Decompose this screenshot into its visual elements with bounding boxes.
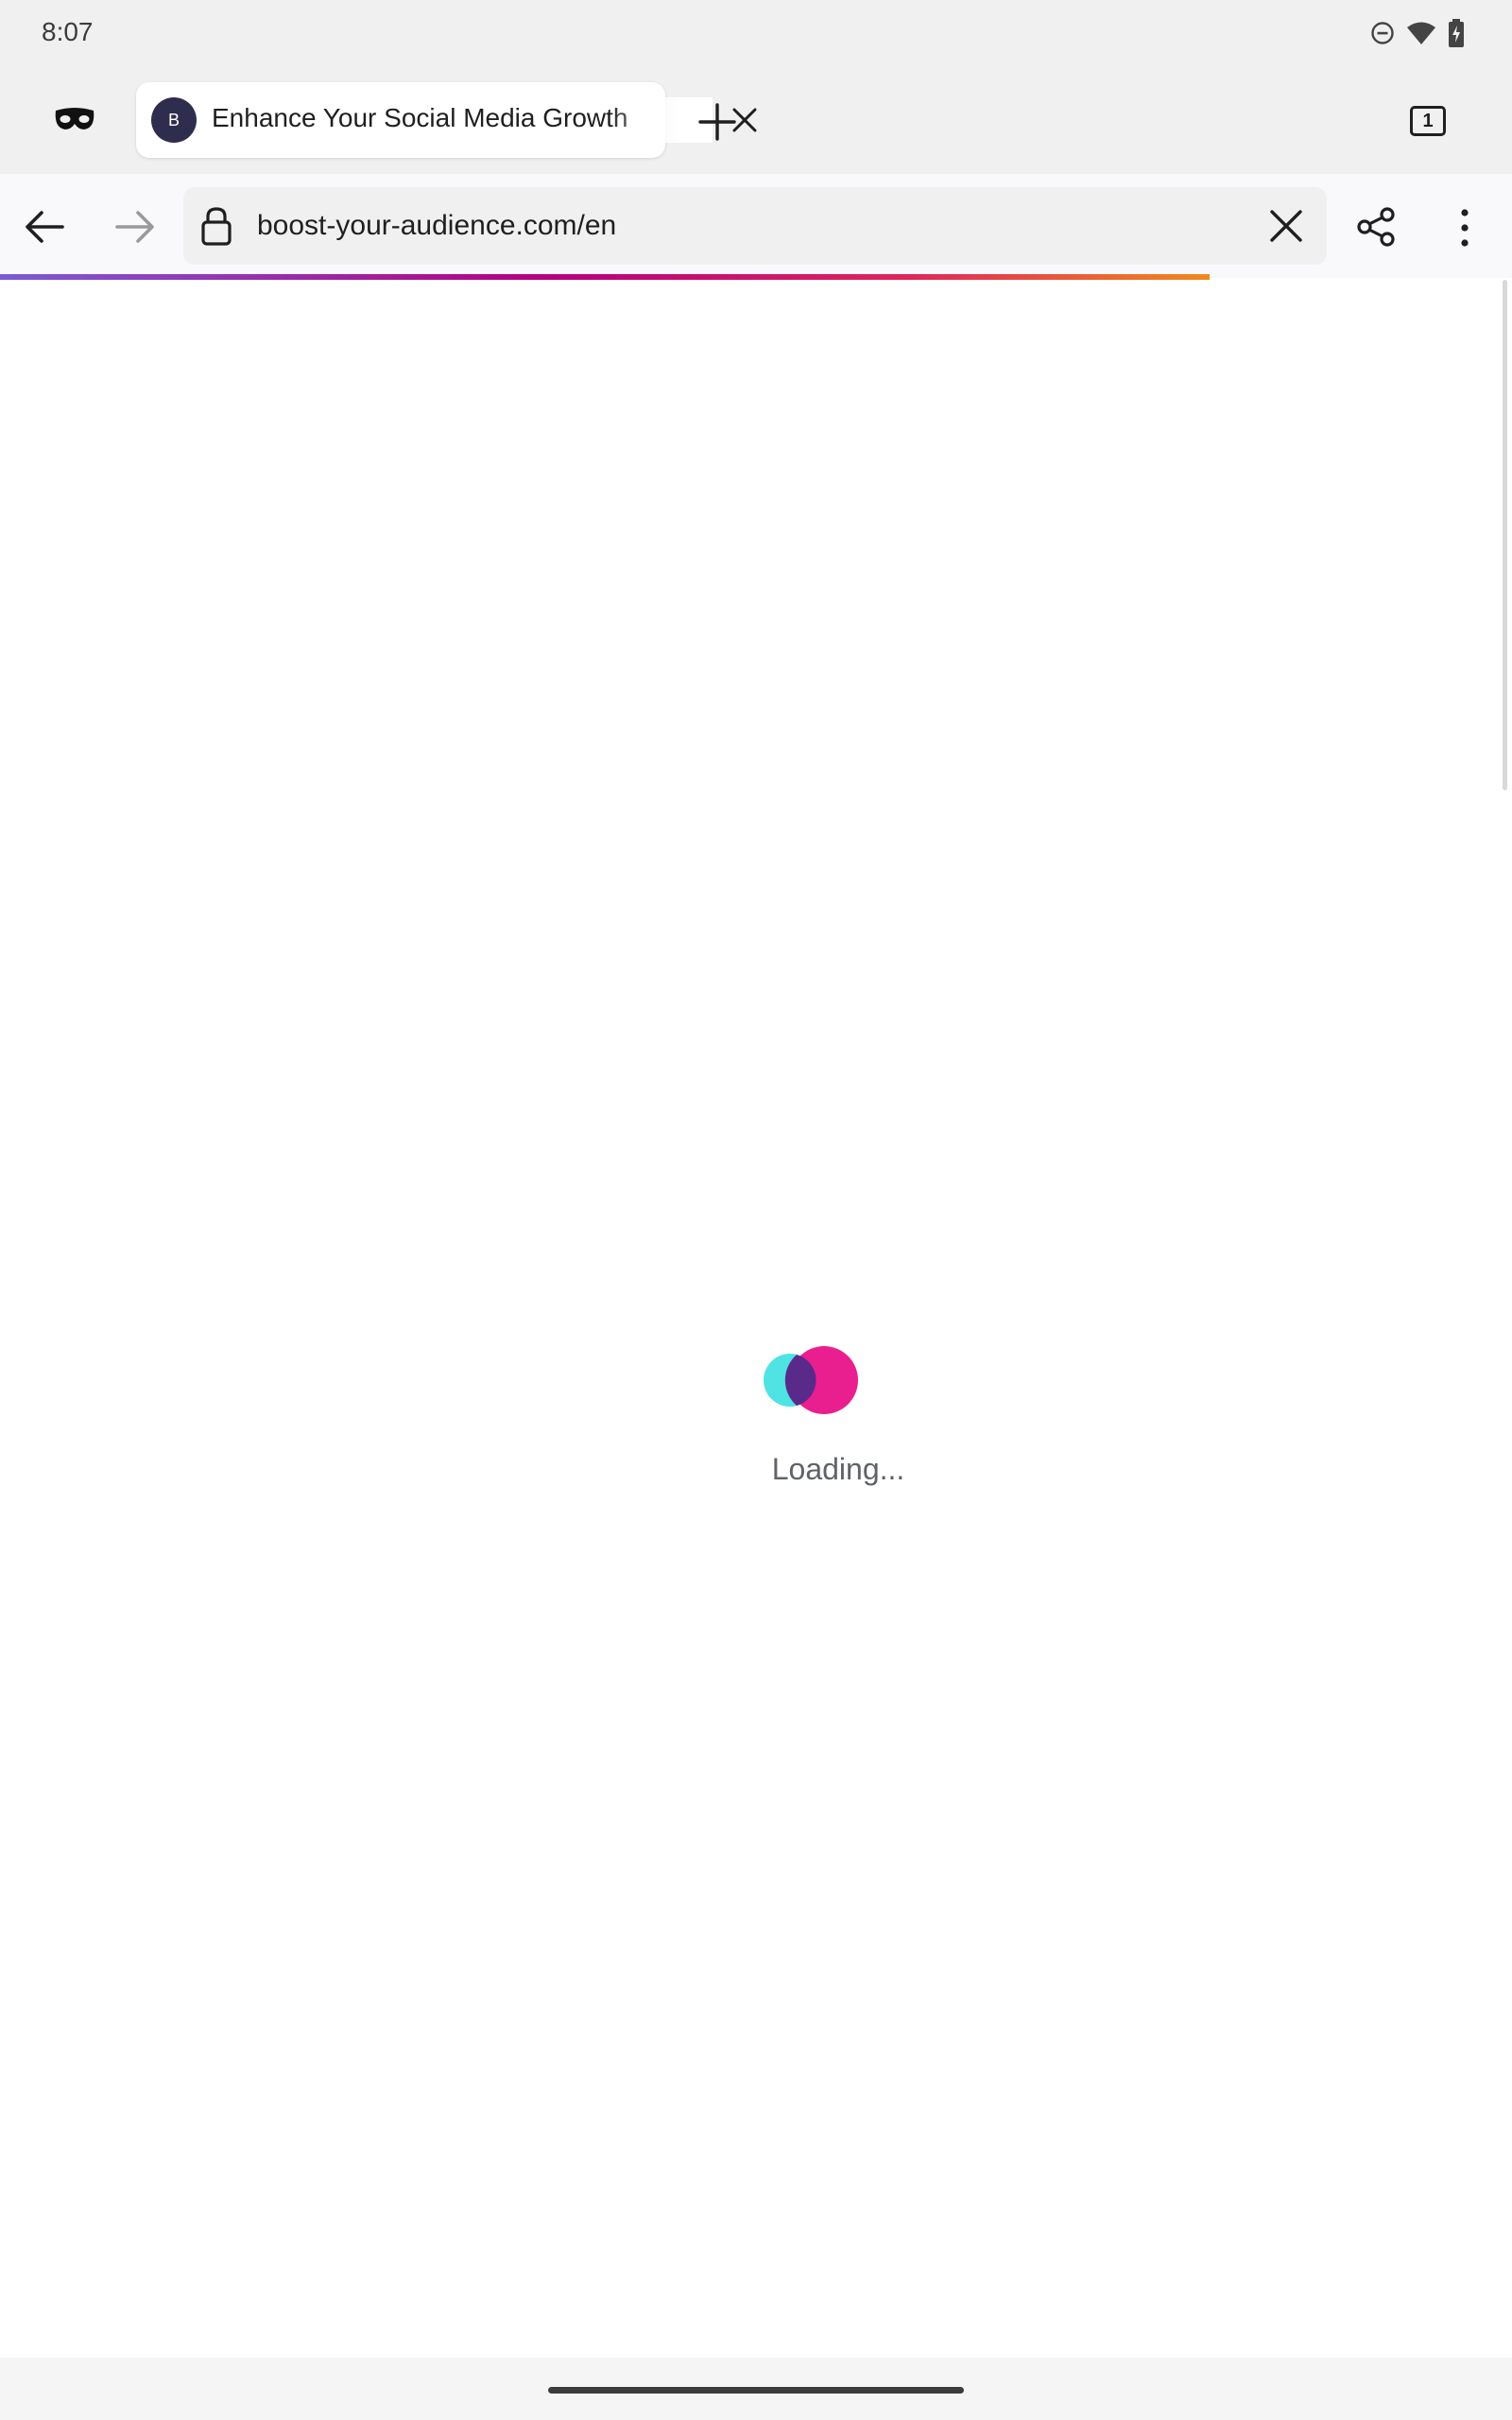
- private-mask-icon: [55, 108, 94, 130]
- more-vert-icon[interactable]: [1455, 208, 1474, 248]
- do-not-disturb-icon: [1371, 22, 1394, 44]
- tab-strip: B Enhance Your Social Media Growth 1: [0, 68, 1512, 174]
- tab-counter-button[interactable]: 1: [1410, 106, 1446, 136]
- tab-favicon: B: [151, 97, 197, 143]
- back-arrow-icon[interactable]: [25, 210, 64, 244]
- loading-text: Loading...: [771, 1452, 905, 1486]
- browser-toolbar: boost-your-audience.com/en: [0, 174, 1512, 278]
- wifi-icon: [1407, 22, 1435, 44]
- status-icons: [1370, 19, 1465, 47]
- scrollbar[interactable]: [1503, 280, 1507, 790]
- new-tab-button[interactable]: [697, 102, 737, 142]
- web-content: [0, 280, 1512, 2360]
- url-text[interactable]: boost-your-audience.com/en: [257, 210, 616, 242]
- share-icon[interactable]: [1355, 206, 1397, 248]
- gesture-handle[interactable]: [548, 2387, 964, 2394]
- url-bar[interactable]: boost-your-audience.com/en: [183, 187, 1327, 265]
- clear-url-icon[interactable]: [1268, 208, 1304, 244]
- active-tab[interactable]: B Enhance Your Social Media Growth: [136, 82, 757, 158]
- status-time: 8:07: [42, 17, 94, 46]
- loading-spinner-icon: [764, 1346, 858, 1414]
- private-mode-button[interactable]: [49, 100, 100, 138]
- lock-icon[interactable]: [200, 206, 232, 246]
- system-navigation-bar: [0, 2358, 1512, 2420]
- forward-arrow-icon[interactable]: [115, 210, 155, 244]
- battery-charging-icon: [1449, 19, 1464, 47]
- status-bar: 8:07: [0, 0, 1512, 68]
